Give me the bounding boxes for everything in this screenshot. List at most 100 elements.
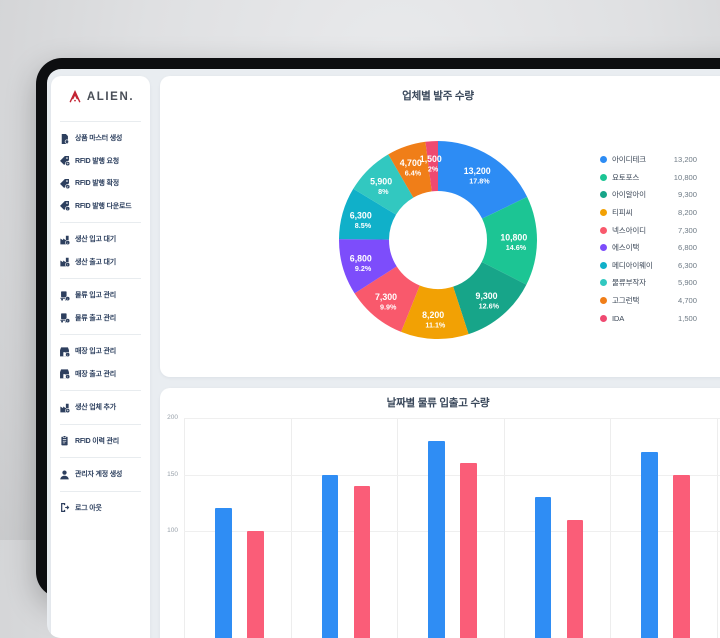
bar-series-1[interactable] [428, 441, 445, 638]
divider [60, 121, 141, 122]
sidebar-item-label: 로그 아웃 [75, 503, 102, 513]
legend-value: 13,200 [674, 155, 697, 164]
sidebar-item-file-gear[interactable]: 상품 마스터 생성 [51, 127, 150, 150]
y-axis-tick: 200 [160, 414, 178, 421]
sidebar-nav: 상품 마스터 생성+RFID 발행 요청✓RFID 발행 확정↓RFID 발행 … [51, 127, 150, 519]
sidebar-item-label: 매장 입고 관리 [75, 346, 116, 356]
svg-text:↓: ↓ [67, 207, 69, 211]
bar-series-1[interactable] [641, 452, 658, 638]
sidebar-item-label: 생산 입고 대기 [75, 234, 116, 244]
svg-text:✓: ✓ [66, 185, 69, 189]
legend-color-dot [600, 174, 607, 181]
factory-plus-icon: + [59, 402, 70, 413]
divider [60, 278, 141, 279]
factory-in-icon: ↓ [59, 234, 70, 245]
bar-series-1[interactable] [535, 497, 552, 638]
legend-label: 에스이택 [612, 242, 678, 253]
bar-series-2[interactable] [247, 531, 264, 638]
legend-item[interactable]: 메디아이웨이 6,300 [600, 257, 697, 275]
sidebar-item-user[interactable]: 관리자 계정 생성 [51, 463, 150, 486]
legend-color-dot [600, 227, 607, 234]
sidebar-item-label: 상품 마스터 생성 [75, 133, 122, 143]
gridline [397, 418, 398, 638]
tag-download-icon: ↓ [59, 200, 70, 211]
y-axis-tick: 100 [160, 527, 178, 534]
legend-label: 메디아이웨이 [612, 260, 678, 271]
brand-name: ALIEN. [87, 91, 134, 103]
sidebar-item-tag-check[interactable]: ✓RFID 발행 확정 [51, 172, 150, 195]
bar-series-2[interactable] [673, 475, 690, 638]
device-bezel: ALIEN. 상품 마스터 생성+RFID 발행 요청✓RFID 발행 확정↓R… [36, 58, 720, 598]
legend-label: 넥스아이디 [612, 225, 678, 236]
brand-logo: ALIEN. [51, 78, 150, 116]
legend-item[interactable]: 고그런택 4,700 [600, 292, 697, 310]
sidebar-item-factory-plus[interactable]: + 생산 업체 추가 [51, 396, 150, 419]
sidebar-item-factory-out[interactable]: ↑ 생산 출고 대기 [51, 251, 150, 274]
legend-item[interactable]: 요토포스 10,800 [600, 169, 697, 187]
bar-series-1[interactable] [322, 475, 339, 638]
legend-label: 고그런택 [612, 295, 678, 306]
y-axis-tick: 150 [160, 471, 178, 478]
donut-chart-card: 업체별 발주 수량 13,200 17.8% 10,800 14.6% 9,30… [160, 76, 720, 377]
legend-item[interactable]: IDA 1,500 [600, 309, 697, 327]
sidebar-item-label: 물류 출고 관리 [75, 313, 116, 323]
tag-check-icon: ✓ [59, 178, 70, 189]
legend-value: 1,500 [678, 314, 697, 323]
divider [60, 491, 141, 492]
legend-item[interactable]: 티피씨 8,200 [600, 204, 697, 222]
legend-label: IDA [612, 314, 678, 323]
legend-value: 4,700 [678, 296, 697, 305]
legend-color-dot [600, 156, 607, 163]
svg-text:↑: ↑ [67, 263, 69, 267]
donut-chart: 13,200 17.8% 10,800 14.6% 9,300 12.6% 8,… [328, 130, 548, 350]
legend-value: 7,300 [678, 226, 697, 235]
legend-item[interactable]: 물류부작자 5,900 [600, 274, 697, 292]
alien-logo-mark-icon [67, 89, 83, 105]
factory-out-icon: ↑ [59, 256, 70, 267]
sidebar-item-tag-plus[interactable]: +RFID 발행 요청 [51, 150, 150, 173]
bar-series-2[interactable] [567, 520, 584, 638]
bar-chart-card: 날짜별 물류 입출고 수량 200150100 [160, 388, 720, 638]
sidebar-item-store-in[interactable]: ↓ 매장 입고 관리 [51, 340, 150, 363]
gridline [291, 418, 292, 638]
divider [60, 457, 141, 458]
svg-text:↓: ↓ [67, 353, 69, 357]
legend-item[interactable]: 넥스아이디 7,300 [600, 221, 697, 239]
legend-item[interactable]: 아이디테크 13,200 [600, 151, 697, 169]
legend-color-dot [600, 279, 607, 286]
logout-icon [59, 502, 70, 513]
legend-value: 10,800 [674, 173, 697, 182]
sidebar-item-factory-in[interactable]: ↓ 생산 입고 대기 [51, 228, 150, 251]
sidebar-item-tag-download[interactable]: ↓RFID 발행 다운로드 [51, 195, 150, 218]
legend-item[interactable]: 아이알아이 9,300 [600, 186, 697, 204]
legend-label: 티피씨 [612, 207, 678, 218]
bar-series-2[interactable] [354, 486, 371, 638]
legend-color-dot [600, 297, 607, 304]
sidebar-item-label: 생산 업체 추가 [75, 402, 116, 412]
legend-value: 5,900 [678, 278, 697, 287]
sidebar-item-label: 물류 입고 관리 [75, 290, 116, 300]
screen: ALIEN. 상품 마스터 생성+RFID 발행 요청✓RFID 발행 확정↓R… [47, 69, 720, 638]
sidebar-item-store-out[interactable]: ↑매장 출고 관리 [51, 363, 150, 386]
legend-item[interactable]: 에스이택 6,800 [600, 239, 697, 257]
sidebar-item-label: RFID 발행 요청 [75, 156, 119, 166]
file-gear-icon [59, 133, 70, 144]
legend-color-dot [600, 191, 607, 198]
sidebar-item-logistics-out[interactable]: ↑물류 출고 관리 [51, 307, 150, 330]
bar-series-1[interactable] [215, 508, 232, 638]
sidebar-item-logout[interactable]: 로그 아웃 [51, 497, 150, 520]
legend-color-dot [600, 209, 607, 216]
gridline [184, 475, 720, 476]
sidebar-item-label: RFID 이력 관리 [75, 436, 119, 446]
gridline [610, 418, 611, 638]
sidebar-item-logistics-in[interactable]: ↓물류 입고 관리 [51, 284, 150, 307]
bar-chart: 200 150 100 [160, 388, 720, 638]
legend-color-dot [600, 262, 607, 269]
donut-chart-title: 업체별 발주 수량 [160, 88, 716, 103]
sidebar-item-label: 생산 출고 대기 [75, 257, 116, 267]
divider [60, 334, 141, 335]
sidebar-item-history[interactable]: RFID 이력 관리 [51, 430, 150, 453]
legend-color-dot [600, 315, 607, 322]
user-icon [59, 469, 70, 480]
bar-series-2[interactable] [460, 463, 477, 638]
